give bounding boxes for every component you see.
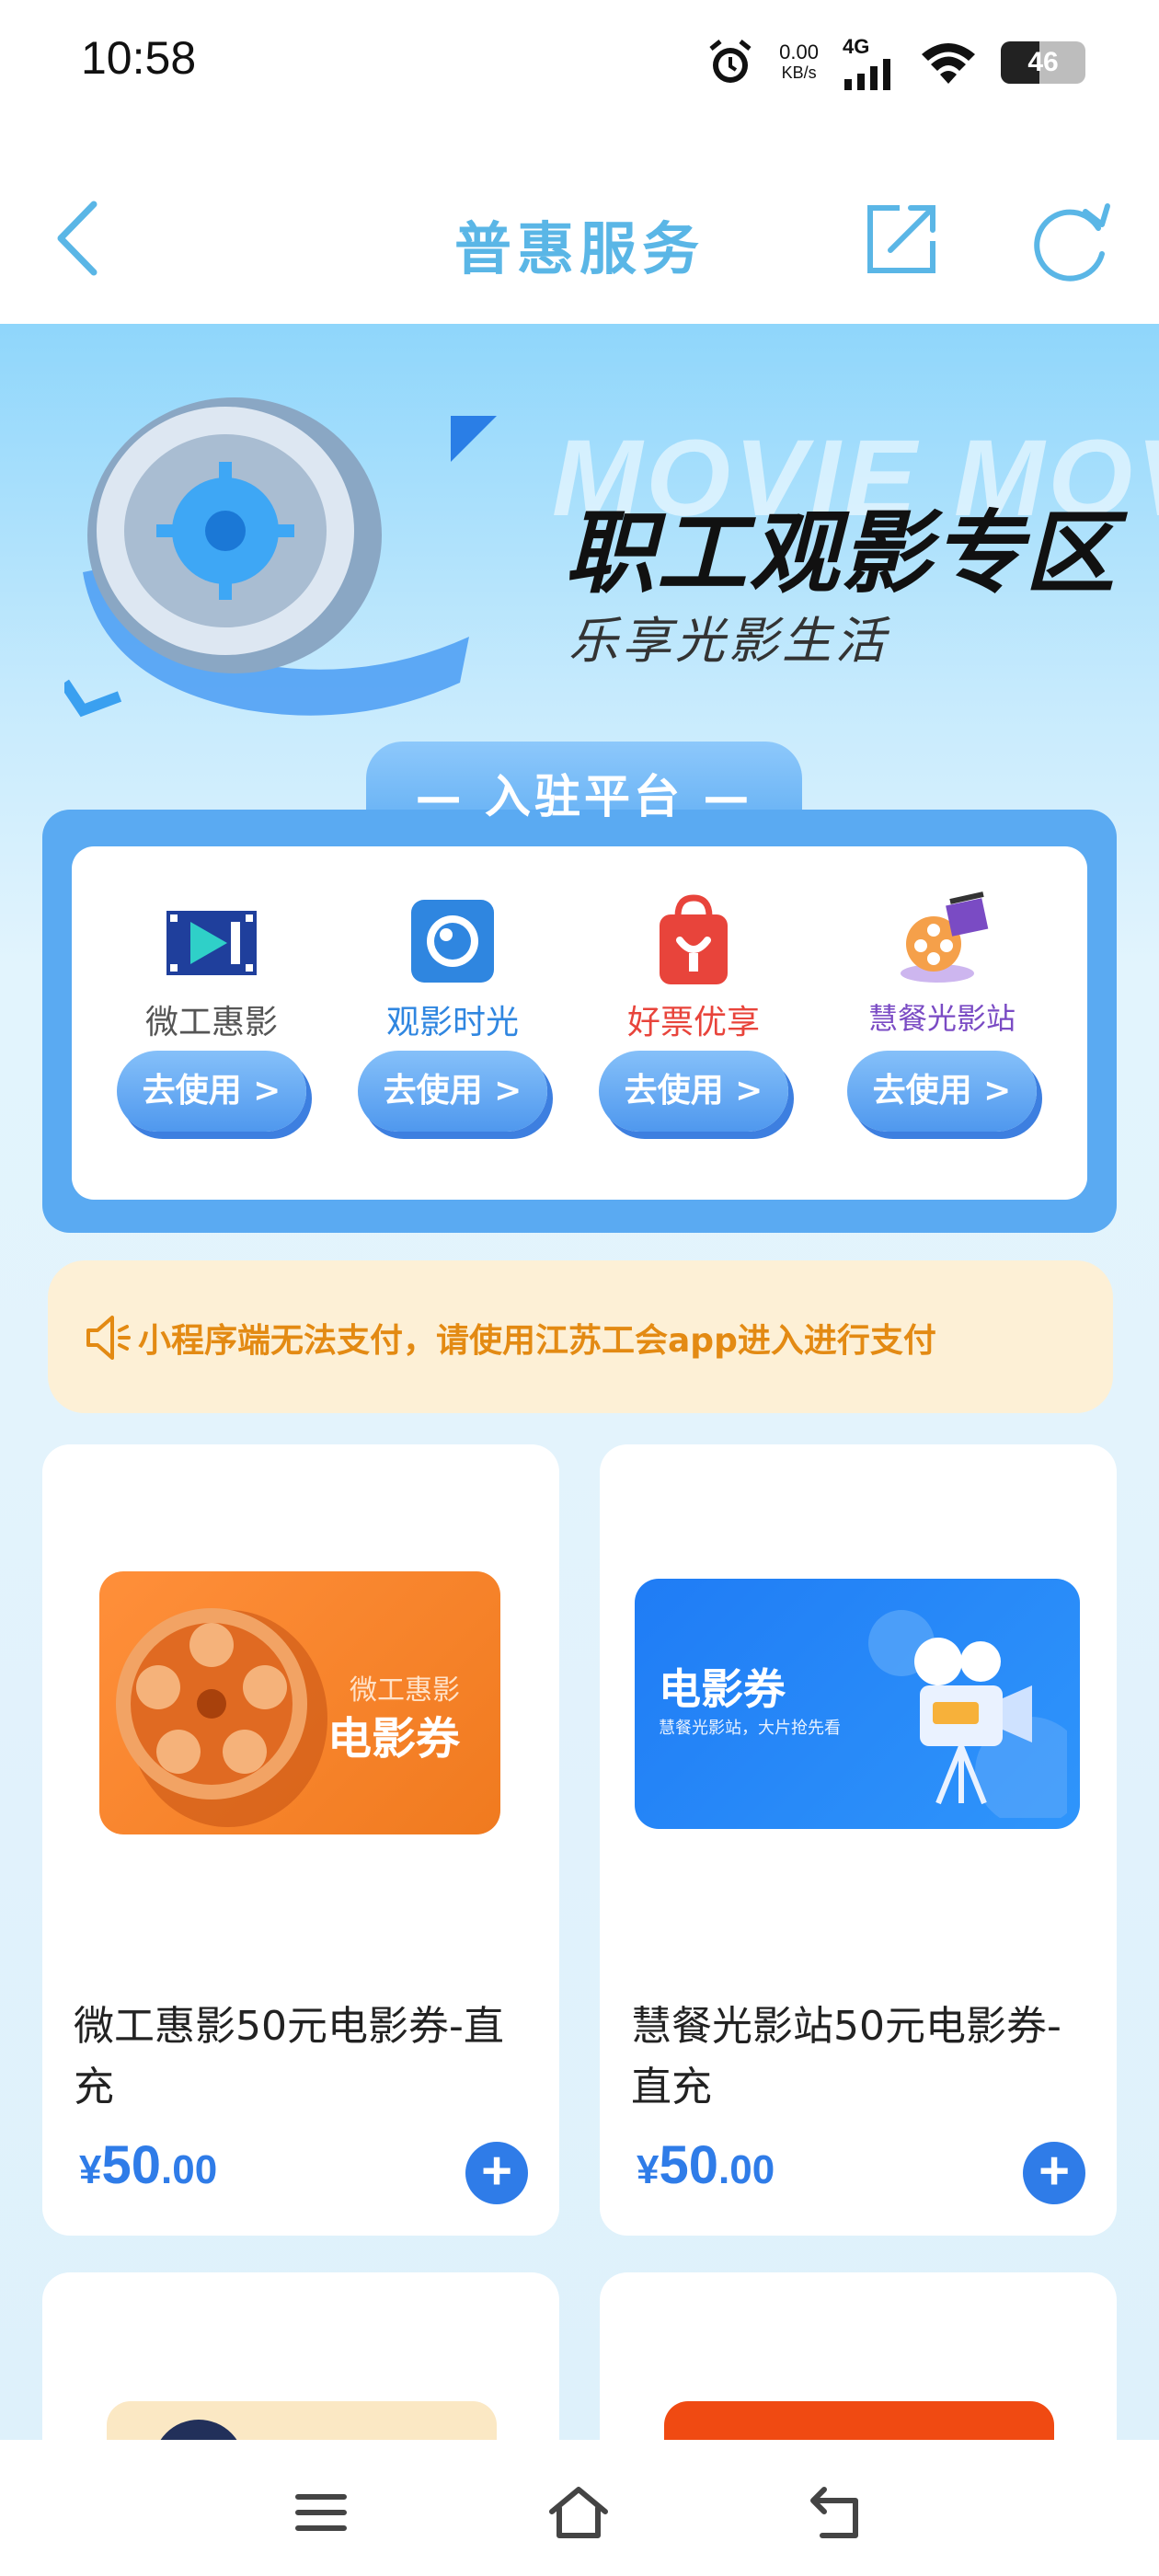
add-to-cart-button[interactable]: + (1023, 2142, 1085, 2204)
share-icon[interactable] (863, 201, 940, 278)
status-bar: 10:58 0.00 KB/s 4G 46 (0, 0, 1159, 120)
platform-item-hpyx: 好票优享 去使用 > (574, 889, 813, 1132)
signal-icon (844, 59, 890, 90)
page-title: 普惠服务 (453, 215, 705, 282)
shopping-bag-icon (660, 894, 728, 984)
platform-name: 观影时光 (385, 1004, 519, 1041)
product-image: 电影券 慧餐光影站，大片抢先看 (635, 1579, 1080, 1829)
product-banner-big: 电影券 (327, 1713, 461, 1765)
cell-signal: 4G (843, 35, 896, 90)
menu-icon[interactable] (289, 2480, 353, 2545)
film-strip-icon (166, 911, 257, 975)
payment-notice: 小程序端无法支付，请使用江苏工会app进入进行支付 (48, 1260, 1113, 1413)
product-banner-small: 慧餐光影站，大片抢先看 (659, 1719, 841, 1738)
hero-title: 职工观影专区 (565, 501, 1118, 606)
product-image: 微工惠影 电影券 (99, 1571, 500, 1834)
status-time: 10:58 (81, 32, 197, 84)
use-button[interactable]: 去使用 > (358, 1051, 547, 1132)
movie-camera-image (868, 1610, 1067, 1818)
product-card[interactable]: 电影券 慧餐光影站，大片抢先看 慧餐光影站50元电影券-直充 ¥50.00 + (600, 1444, 1117, 2236)
system-nav-bar (0, 2440, 1159, 2576)
platform-item-gysg: 观影时光 去使用 > (333, 889, 572, 1132)
wifi-icon (922, 43, 975, 84)
product-price: ¥50.00 (79, 2135, 218, 2195)
use-button[interactable]: 去使用 > (117, 1051, 306, 1132)
platform-name: 好票优享 (626, 1004, 760, 1041)
product-price: ¥50.00 (637, 2135, 775, 2195)
product-card[interactable]: 微工惠影 电影券 微工惠影50元电影券-直充 ¥50.00 + (42, 1444, 559, 2236)
nav-bar: 普惠服务 (0, 120, 1159, 324)
hero-subtitle: 乐享光影生活 (568, 612, 889, 670)
camera-lens-icon (411, 900, 494, 983)
platform-item-wgh: 微工惠影 去使用 > (92, 889, 331, 1132)
platform-item-hcgyz: 慧餐光影站 去使用 > (822, 889, 1061, 1132)
platform-section-title: — 入驻平台 — (415, 770, 753, 823)
battery-level: 46 (1027, 47, 1059, 77)
use-button[interactable]: 去使用 > (847, 1051, 1037, 1132)
platform-name: 微工惠影 (144, 1004, 278, 1041)
use-button[interactable]: 去使用 > (599, 1051, 788, 1132)
platform-name: 慧餐光影站 (867, 1001, 1016, 1036)
alarm-icon (709, 40, 752, 83)
speaker-icon (86, 1316, 131, 1360)
battery-icon: 46 (1001, 41, 1085, 84)
refresh-icon[interactable] (1030, 201, 1113, 283)
film-reel-image (116, 1608, 327, 1827)
product-banner-big: 电影券 (659, 1664, 786, 1714)
product-title: 慧餐光影站50元电影券-直充 (631, 2003, 1061, 2110)
notice-text: 小程序端无法支付，请使用江苏工会app进入进行支付 (138, 1322, 936, 1360)
home-icon[interactable] (546, 2480, 611, 2545)
network-type: 4G (843, 35, 870, 58)
product-title: 微工惠影50元电影券-直充 (74, 2003, 504, 2110)
back-nav-icon[interactable] (804, 2480, 868, 2545)
status-icons: 0.00 KB/s 4G 46 (706, 35, 1085, 90)
network-speed: 0.00 KB/s (779, 40, 819, 83)
film-reel-illustration (64, 397, 497, 718)
add-to-cart-button[interactable]: + (465, 2142, 528, 2204)
film-reel-clapper-icon (901, 891, 989, 983)
